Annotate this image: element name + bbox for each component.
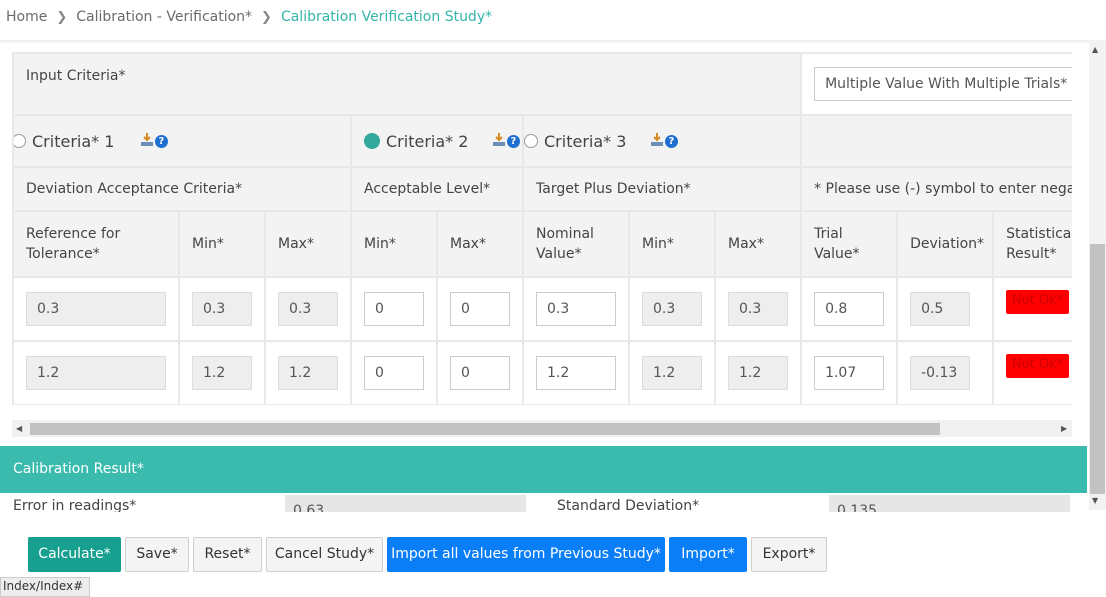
download-icon[interactable] (650, 132, 663, 150)
criteria-2-label: Criteria* 2 (386, 131, 469, 151)
target-min-field: 0.3 (642, 292, 702, 326)
col-max: Max* (264, 210, 352, 278)
horizontal-scroll-thumb[interactable] (30, 423, 940, 435)
col-target-min: Min* (628, 210, 716, 278)
action-bar: Calculate* Save* Reset* Cancel Study* Im… (0, 512, 1106, 595)
breadcrumb-home[interactable]: Home (6, 9, 47, 25)
input-criteria-select[interactable]: Multiple Value With Multiple Trials* (814, 67, 1072, 101)
help-icon[interactable]: ? (506, 134, 520, 148)
criteria-2-radio[interactable] (364, 133, 380, 149)
calculate-button[interactable]: Calculate* (28, 537, 121, 572)
chevron-right-icon: ❯ (261, 9, 272, 25)
scroll-left-icon[interactable]: ◀ (16, 424, 22, 433)
acceptable-max-input[interactable]: 0 (450, 292, 510, 326)
deviation-field: 0.5 (910, 292, 971, 326)
max-field: 0.3 (278, 292, 338, 326)
chevron-right-icon: ❯ (56, 9, 68, 25)
col-target-max: Max* (713, 210, 803, 278)
col-min: Min* (178, 210, 266, 278)
error-in-readings-label: Error in readings* (13, 498, 137, 513)
standard-deviation-field: 0.135 (829, 495, 1070, 513)
table-row: 0.3 0.3 0.3 0 0 0.3 0.3 0.3 0.8 0.5 Not … (12, 276, 1072, 342)
target-max-field: 1.2 (728, 356, 789, 390)
reference-tolerance-field: 1.2 (26, 356, 166, 390)
standard-deviation-label: Standard Deviation* (557, 498, 700, 513)
download-icon[interactable] (492, 132, 505, 150)
col-reference-tolerance: Reference for Tolerance* (12, 210, 180, 278)
status-badge: Not Ok* (1006, 354, 1070, 378)
trial-value-input[interactable]: 0.8 (814, 292, 885, 326)
help-icon[interactable]: ? (664, 134, 678, 148)
target-min-field: 1.2 (642, 356, 702, 390)
calibration-result-title: Calibration Result* (13, 461, 144, 477)
target-max-field: 0.3 (728, 292, 789, 326)
status-badge: Not Ok* (1006, 290, 1070, 314)
col-acceptable-max: Max* (436, 210, 524, 278)
status-bar-url: Index/Index# (0, 577, 91, 597)
study-table: Input Criteria* Multiple Value With Mult… (12, 52, 1072, 405)
col-statistical-result: Statistical Result* (992, 210, 1072, 278)
acceptable-min-input[interactable]: 0 (364, 292, 424, 326)
col-deviation: Deviation* (896, 210, 995, 278)
calibration-result-body: Error in readings* 0.63 Standard Deviati… (0, 493, 1087, 513)
download-icon[interactable] (140, 132, 153, 150)
reference-tolerance-field: 0.3 (26, 292, 166, 326)
top-bar: Home ❯ Calibration - Verification* ❯ Calibra… (0, 0, 1106, 40)
scroll-up-icon[interactable]: ▲ (1092, 45, 1098, 54)
nominal-value-input[interactable]: 1.2 (536, 356, 616, 390)
acceptable-max-input[interactable]: 0 (450, 356, 510, 390)
error-in-readings-field: 0.63 (285, 495, 526, 513)
trial-value-input[interactable]: 1.07 (814, 356, 885, 390)
input-criteria-label: Input Criteria* (12, 52, 803, 116)
criteria-1-label: Criteria* 1 (32, 131, 115, 151)
import-previous-study-button[interactable]: Import all values from Previous Study* (387, 537, 665, 572)
criteria-1-option[interactable]: Criteria* 1 ? (12, 114, 352, 168)
deviation-acceptance-header: Deviation Acceptance Criteria* (12, 166, 352, 212)
save-button[interactable]: Save* (125, 537, 189, 572)
min-field: 0.3 (192, 292, 252, 326)
breadcrumb-parent[interactable]: Calibration - Verification* (76, 9, 252, 25)
min-field: 1.2 (192, 356, 252, 390)
deviation-field: -0.13 (910, 356, 971, 390)
criteria-3-label: Criteria* 3 (544, 131, 627, 151)
criteria-1-radio[interactable] (15, 134, 26, 148)
acceptable-min-input[interactable]: 0 (364, 356, 424, 390)
header-shadow (0, 40, 1092, 44)
calibration-result-header: Calibration Result* (0, 446, 1087, 493)
scroll-down-icon[interactable]: ▼ (1092, 496, 1098, 505)
vertical-scroll-thumb[interactable] (1090, 244, 1105, 494)
negative-symbol-warning: * Please use (-) symbol to enter negativ… (800, 166, 1072, 212)
criteria-3-option[interactable]: Criteria* 3 ? (521, 114, 803, 168)
acceptable-level-header: Acceptable Level* (350, 166, 524, 212)
max-field: 1.2 (278, 356, 338, 390)
scroll-right-icon[interactable]: ▶ (1061, 424, 1067, 433)
table-row: 1.2 1.2 1.2 0 0 1.2 1.2 1.2 1.07 -0.13 N… (12, 340, 1072, 405)
col-acceptable-min: Min* (350, 210, 438, 278)
reset-button[interactable]: Reset* (193, 537, 262, 572)
export-button[interactable]: Export* (751, 537, 827, 572)
study-table-container: Input Criteria* Multiple Value With Mult… (12, 52, 1072, 405)
criteria-3-radio[interactable] (525, 134, 538, 148)
target-plus-deviation-header: Target Plus Deviation* (521, 166, 803, 212)
criteria-2-option[interactable]: Criteria* 2 ? (350, 114, 524, 168)
nominal-value-input[interactable]: 0.3 (536, 292, 616, 326)
help-icon[interactable]: ? (154, 134, 168, 148)
import-button[interactable]: Import* (669, 537, 747, 572)
breadcrumb: Home ❯ Calibration - Verification* ❯ Calibra… (6, 9, 492, 25)
col-trial-value: Trial Value* (800, 210, 899, 278)
breadcrumb-current: Calibration Verification Study* (280, 9, 493, 25)
cancel-study-button[interactable]: Cancel Study* (266, 537, 383, 572)
col-nominal-value: Nominal Value* (522, 210, 630, 278)
